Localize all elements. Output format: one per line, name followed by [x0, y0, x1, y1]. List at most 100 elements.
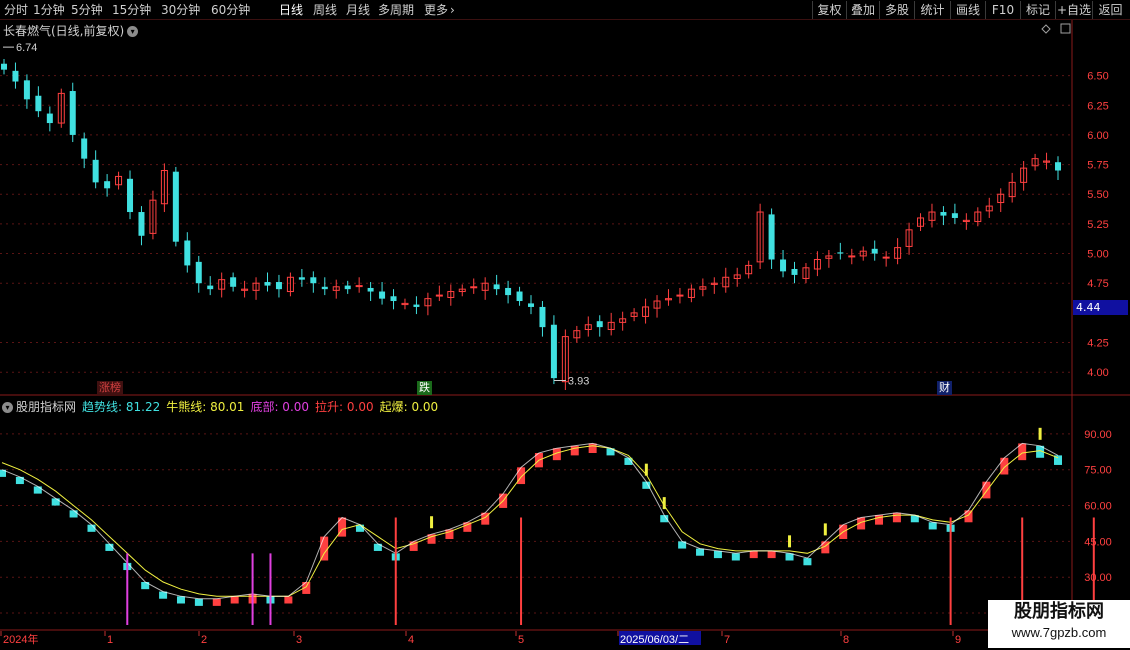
- chevron-down-icon[interactable]: ▾: [2, 402, 13, 413]
- price-tick-label: 5.50: [1087, 189, 1108, 201]
- candle-body: [837, 252, 844, 254]
- low-price-label: 3.93: [568, 376, 589, 388]
- trend-bar: [212, 598, 221, 606]
- trend-bar: [713, 550, 722, 559]
- toolbar-button-2[interactable]: 多股: [879, 1, 914, 19]
- toolbar-button-3[interactable]: 统计: [914, 1, 950, 19]
- period-tab-2[interactable]: 5分钟: [71, 2, 103, 18]
- period-tab-10[interactable]: 更多: [424, 2, 448, 18]
- toolbar-button-4[interactable]: 画线: [950, 1, 985, 19]
- xaxis-label: 2025/06/03/二: [620, 634, 689, 646]
- indicator-tick-label: 75.00: [1084, 465, 1112, 477]
- candle-body: [413, 304, 420, 307]
- candle-body: [940, 212, 947, 216]
- period-tab-0[interactable]: 分时: [4, 2, 28, 18]
- xaxis-label: 4: [408, 634, 414, 646]
- candle-body: [344, 285, 351, 290]
- candle-body: [355, 285, 363, 288]
- stock-title[interactable]: 长春燃气(日线,前复权) ▾: [3, 22, 139, 39]
- candle-body: [882, 256, 890, 259]
- candle-body: [539, 306, 546, 328]
- indicator-value-0: 趋势线: 81.22: [82, 400, 161, 414]
- trend-bar: [767, 550, 776, 559]
- trend-bar: [928, 522, 937, 530]
- burst-signal-bar: [430, 516, 434, 529]
- price-tick-label: 4.25: [1087, 338, 1108, 350]
- indicator-tick-label: 45.00: [1084, 536, 1112, 548]
- period-tab-6[interactable]: 日线: [279, 2, 303, 18]
- toolbar-button-8[interactable]: 返回: [1092, 1, 1128, 19]
- burst-signal-bar: [662, 497, 666, 510]
- xaxis-label: 3: [296, 634, 302, 646]
- trend-bar: [230, 596, 239, 604]
- indicator-name: 股朋指标网: [16, 400, 77, 414]
- candle-body: [791, 268, 798, 275]
- indicator-legend: ▾ 股朋指标网 趋势线: 81.22 牛熊线: 80.01 底部: 0.00 拉升: 0.…: [2, 398, 438, 415]
- period-tab-3[interactable]: 15分钟: [112, 2, 151, 18]
- diamond-icon[interactable]: [1041, 24, 1051, 34]
- price-tick-label: 5.75: [1087, 160, 1108, 172]
- trend-bar: [1000, 457, 1009, 475]
- candle-body: [871, 248, 878, 254]
- period-tab-7[interactable]: 周线: [313, 2, 337, 18]
- indicator-tick-label: 60.00: [1084, 501, 1112, 513]
- period-tab-1[interactable]: 1分钟: [33, 2, 65, 18]
- burst-signal-bar: [644, 463, 648, 476]
- candle-body: [321, 286, 328, 290]
- candle-body: [951, 213, 958, 218]
- candle-body: [298, 277, 305, 280]
- xaxis-label: 1: [107, 634, 113, 646]
- candle-body: [390, 296, 397, 302]
- indicator-tick-label: 90.00: [1084, 429, 1112, 441]
- trend-bar: [517, 467, 526, 485]
- trend-bar: [731, 553, 740, 561]
- toolbar-button-1[interactable]: 叠加: [846, 1, 879, 19]
- chevron-down-icon[interactable]: ▾: [127, 26, 139, 37]
- candle-body: [848, 255, 856, 258]
- toolbar-button-6[interactable]: 标记: [1020, 1, 1055, 19]
- price-tick-label: 4.75: [1087, 278, 1108, 290]
- toolbar-button-5[interactable]: F10: [985, 1, 1020, 19]
- trend-bar: [176, 596, 185, 604]
- indicator-value-2: 底部: 0.00: [250, 400, 310, 414]
- window-icon[interactable]: [1060, 23, 1071, 34]
- candle-body: [780, 259, 787, 272]
- trend-bar: [570, 445, 579, 456]
- candle-body: [367, 287, 374, 292]
- trend-bar: [51, 498, 60, 506]
- xaxis-label: 5: [518, 634, 524, 646]
- chevron-right-icon[interactable]: ›: [450, 2, 455, 18]
- candle-body: [516, 291, 523, 302]
- candle-body: [493, 284, 500, 290]
- event-marker-0[interactable]: 涨榜: [97, 381, 123, 395]
- trend-bar: [982, 481, 991, 499]
- candle-body: [1055, 162, 1061, 171]
- stock-title-text: 长春燃气(日线,前复权): [3, 24, 125, 38]
- xaxis-label: 2: [201, 634, 207, 646]
- xaxis-label: 7: [724, 634, 730, 646]
- watermark-title: 股朋指标网: [1014, 601, 1104, 622]
- period-tab-9[interactable]: 多周期: [378, 2, 414, 18]
- period-tab-4[interactable]: 30分钟: [161, 2, 200, 18]
- candle-body: [470, 286, 478, 289]
- candle-body: [275, 282, 282, 290]
- candle-body: [505, 287, 512, 296]
- trend-bar: [69, 510, 78, 518]
- indicator-value-3: 拉升: 0.00: [315, 400, 374, 414]
- candle-body: [104, 181, 111, 189]
- price-tick-label: 4.00: [1087, 367, 1108, 379]
- toolbar-button-7[interactable]: +自选: [1055, 1, 1092, 19]
- candle-body: [23, 80, 30, 100]
- period-tab-5[interactable]: 60分钟: [211, 2, 250, 18]
- price-tick-label: 6.50: [1087, 71, 1108, 83]
- price-tick-label: 6.25: [1087, 100, 1108, 112]
- period-tab-8[interactable]: 月线: [346, 2, 370, 18]
- burst-signal-bar: [1038, 427, 1042, 440]
- trend-bar: [696, 548, 705, 556]
- candle-body: [46, 113, 53, 124]
- event-marker-1[interactable]: 跌: [417, 381, 432, 395]
- event-marker-2[interactable]: 财: [937, 381, 952, 395]
- toolbar-button-0[interactable]: 复权: [812, 1, 846, 19]
- price-tick-label: 5.00: [1087, 249, 1108, 261]
- trend-bar: [749, 550, 758, 559]
